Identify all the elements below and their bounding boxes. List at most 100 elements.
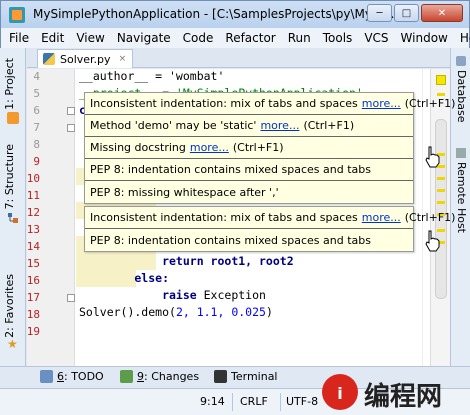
changes-tool-tab[interactable]: 9: Changes xyxy=(120,370,199,383)
line-number: 13 xyxy=(27,223,40,236)
more-link[interactable]: more... xyxy=(260,119,299,132)
inspection-status-icon[interactable] xyxy=(436,75,446,85)
menu-vcs[interactable]: VCS xyxy=(364,31,388,45)
terminal-label: Terminal xyxy=(231,370,278,383)
line-number: 11 xyxy=(27,189,40,202)
fold-marker[interactable] xyxy=(67,294,75,302)
star-icon: ★ xyxy=(7,337,18,351)
maximize-button[interactable]: □ xyxy=(394,4,419,22)
structure-icon xyxy=(7,212,19,224)
watermark-logo: i 编程网 xyxy=(320,370,468,414)
line-number: 9 xyxy=(33,155,40,168)
window-title: MySimplePythonApplication - [C:\SamplesP… xyxy=(33,7,395,21)
tooltip-row: PEP 8: indentation contains mixed spaces… xyxy=(85,229,413,251)
hand-cursor-icon xyxy=(425,146,440,168)
editor-gutter: 4 5 6 7 8 9 10 11 12 13 14 15 16 17 18 1… xyxy=(27,69,75,366)
exception-name: Exception xyxy=(203,288,266,302)
menu-run[interactable]: Run xyxy=(288,31,311,45)
menu-navigate[interactable]: Navigate xyxy=(117,31,171,45)
remote-host-icon xyxy=(456,148,466,158)
line-separator-selector[interactable]: CRLF xyxy=(240,395,268,408)
changes-key: 9 xyxy=(137,370,144,383)
warning-mark[interactable] xyxy=(437,93,445,96)
menu-edit[interactable]: Edit xyxy=(41,31,64,45)
project-icon xyxy=(7,112,19,124)
more-link[interactable]: more... xyxy=(190,141,229,154)
tooltip-row: Inconsistent indentation: mix of tabs an… xyxy=(85,207,455,229)
code-line-15: else: xyxy=(79,271,170,285)
todo-label: : TODO xyxy=(64,370,104,383)
warning-mark[interactable] xyxy=(437,189,445,192)
app-icon xyxy=(9,7,25,23)
project-tool-tab[interactable]: 1: Project xyxy=(3,58,16,110)
status-divider xyxy=(280,393,281,411)
editor-tab-solver[interactable]: Solver.py × xyxy=(37,49,134,68)
tooltip-text: Inconsistent indentation: mix of tabs an… xyxy=(90,97,358,110)
warning-mark[interactable] xyxy=(437,177,445,180)
todo-tool-tab[interactable]: 6: TODO xyxy=(40,370,104,383)
line-number: 12 xyxy=(27,206,40,219)
left-tool-strip: 1: Project 7: Structure 2: Favorites ★ xyxy=(0,48,26,366)
hand-cursor-icon xyxy=(425,230,440,252)
editor-tab-label: Solver.py xyxy=(60,52,111,66)
tooltip-row: Missing docstring more... (Ctrl+F1) xyxy=(85,137,413,159)
todo-key: 6 xyxy=(57,370,64,383)
more-link[interactable]: more... xyxy=(362,211,401,224)
code-line-16: raise Exception xyxy=(79,288,266,302)
line-number: 10 xyxy=(27,172,40,185)
menu-file[interactable]: File xyxy=(9,31,29,45)
tooltip-row: Method 'demo' may be 'static' more... (C… xyxy=(85,115,413,137)
line-number: 6 xyxy=(33,104,40,117)
remote-host-tool-tab[interactable]: Remote Host xyxy=(455,162,468,233)
minimize-button[interactable]: ─ xyxy=(367,4,392,22)
menu-help[interactable]: Help xyxy=(460,31,470,45)
caret-position[interactable]: 9:14 xyxy=(200,395,225,408)
line-number: 15 xyxy=(27,257,40,270)
code-line-4: __author__ = 'wombat' xyxy=(79,69,225,83)
editor-tab-bar: Solver.py × xyxy=(27,48,450,68)
changes-label: : Changes xyxy=(144,370,200,383)
changes-icon xyxy=(120,370,133,383)
warning-mark[interactable] xyxy=(437,201,445,204)
close-button[interactable]: ✕ xyxy=(421,4,463,22)
code-args: 2, 1.1, 0.025 xyxy=(175,305,266,319)
tooltip-text: Inconsistent indentation: mix of tabs an… xyxy=(90,211,358,224)
tooltip-row: PEP 8: indentation contains mixed spaces… xyxy=(85,159,413,181)
menu-window[interactable]: Window xyxy=(401,31,448,45)
tooltip-shortcut: (Ctrl+F1) xyxy=(404,97,456,110)
encoding-selector[interactable]: UTF-8 xyxy=(286,395,318,408)
fold-marker[interactable] xyxy=(67,124,75,132)
favorites-tool-tab[interactable]: 2: Favorites xyxy=(3,274,16,338)
menu-refactor[interactable]: Refactor xyxy=(225,31,275,45)
structure-tool-tab[interactable]: 7: Structure xyxy=(3,144,16,209)
fold-marker[interactable] xyxy=(67,107,75,115)
raise-keyword: raise xyxy=(79,288,204,302)
tooltip-text: Method 'demo' may be 'static' xyxy=(90,119,257,132)
tooltip-shortcut: (Ctrl+F1) xyxy=(404,211,456,224)
line-number: 17 xyxy=(27,291,40,304)
status-divider xyxy=(232,393,233,411)
terminal-icon xyxy=(214,370,227,383)
menu-bar: File Edit View Navigate Code Refactor Ru… xyxy=(0,28,470,48)
tooltip-row: PEP 8: missing whitespace after ',' xyxy=(85,181,413,203)
inspection-tooltip: Inconsistent indentation: mix of tabs an… xyxy=(84,92,455,204)
svg-text:i: i xyxy=(337,384,342,403)
line-number: 16 xyxy=(27,274,40,287)
menu-code[interactable]: Code xyxy=(183,31,214,45)
right-tool-strip: Database Remote Host xyxy=(450,48,470,366)
tooltip-text: PEP 8: indentation contains mixed spaces… xyxy=(90,163,371,176)
code-call: Solver().demo( xyxy=(79,305,176,319)
more-link[interactable]: more... xyxy=(362,97,401,110)
database-tool-tab[interactable]: Database xyxy=(455,70,468,123)
menu-tools[interactable]: Tools xyxy=(323,31,353,45)
close-tab-icon[interactable]: × xyxy=(119,54,127,64)
tooltip-text: PEP 8: indentation contains mixed spaces… xyxy=(90,233,371,247)
terminal-tool-tab[interactable]: Terminal xyxy=(214,370,278,383)
line-number: 8 xyxy=(33,138,40,151)
menu-view[interactable]: View xyxy=(76,31,104,45)
tooltip-text: PEP 8: missing whitespace after ',' xyxy=(90,185,279,199)
line-number: 5 xyxy=(33,87,40,100)
watermark-text: 编程网 xyxy=(364,382,443,412)
code-line-14-text: return root1, root2 xyxy=(79,254,294,268)
tooltip-shortcut: (Ctrl+F1) xyxy=(303,119,355,132)
